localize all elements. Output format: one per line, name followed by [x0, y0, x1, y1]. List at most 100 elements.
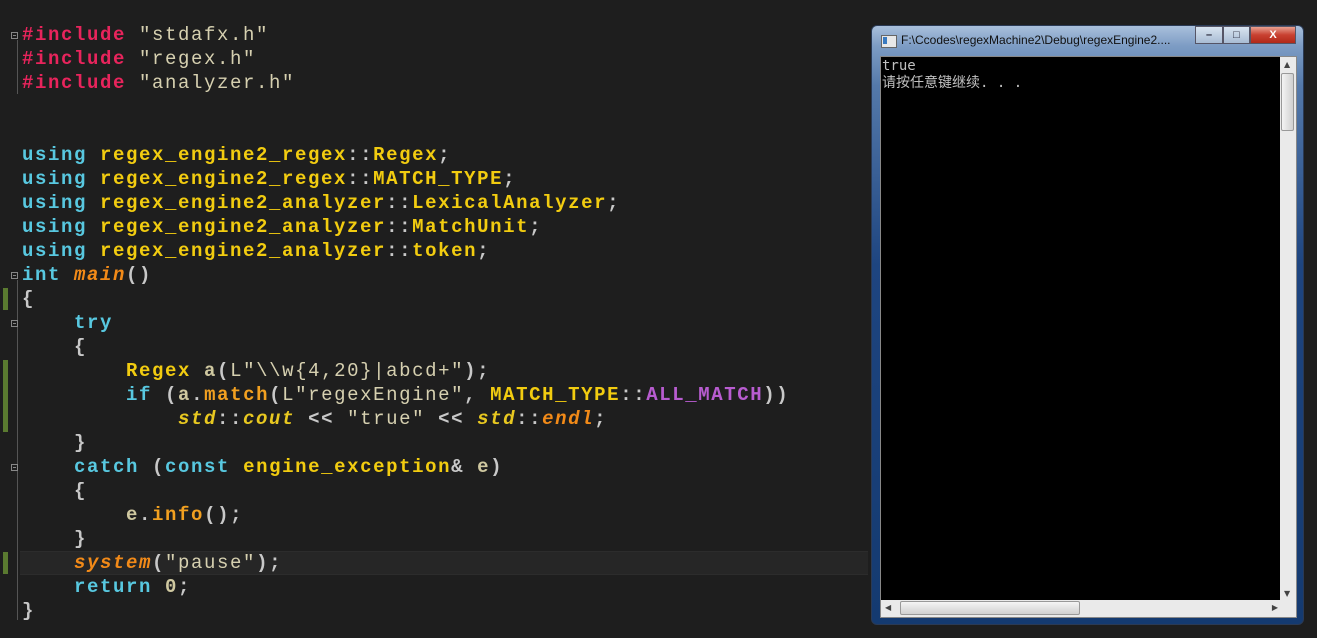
- code-token: ::: [347, 144, 374, 166]
- scroll-down-icon[interactable]: ▼: [1284, 589, 1290, 598]
- code-line[interactable]: #include "analyzer.h": [22, 71, 295, 95]
- code-token: #include: [22, 72, 127, 94]
- code-token: std: [22, 408, 218, 430]
- change-marker: [3, 360, 8, 432]
- code-token: L"\\w{4,20}|abcd+": [230, 360, 465, 382]
- code-line[interactable]: std::cout << "true" << std::endl;: [22, 407, 607, 431]
- code-line[interactable]: {: [22, 335, 87, 359]
- code-token: main: [74, 264, 127, 286]
- fold-toggle-main[interactable]: [11, 272, 18, 279]
- code-line[interactable]: #include "stdafx.h": [22, 23, 269, 47]
- code-token: token: [412, 240, 478, 262]
- scroll-up-icon[interactable]: ▲: [1284, 60, 1290, 69]
- horizontal-scrollbar[interactable]: ◀ ▶: [881, 600, 1282, 617]
- output-line: true: [882, 58, 916, 74]
- code-token: ::: [386, 216, 413, 238]
- code-token: ;: [477, 240, 491, 262]
- fold-toggle-catch[interactable]: [11, 464, 18, 471]
- close-button[interactable]: X: [1250, 26, 1296, 44]
- code-token: );: [464, 360, 491, 382]
- code-token: ::: [386, 192, 413, 214]
- fold-toggle-includes[interactable]: [11, 32, 18, 39]
- code-token: Regex: [22, 360, 205, 382]
- minimize-button[interactable]: –: [1195, 26, 1223, 44]
- vertical-scrollbar[interactable]: ▲ ▼: [1280, 57, 1296, 601]
- code-token: ::: [620, 384, 647, 406]
- code-token: )): [763, 384, 790, 406]
- code-token: 0: [165, 576, 179, 598]
- console-window[interactable]: F:\Ccodes\regexMachine2\Debug\regexEngin…: [871, 25, 1304, 625]
- output-line: 请按任意键继续. . .: [882, 75, 1023, 91]
- resize-grip[interactable]: [1280, 600, 1296, 617]
- vertical-scroll-thumb[interactable]: [1281, 73, 1294, 131]
- code-token: }: [22, 600, 36, 622]
- code-token: LexicalAnalyzer: [412, 192, 608, 214]
- code-line[interactable]: }: [22, 431, 87, 455]
- code-token: e: [477, 456, 491, 478]
- code-line[interactable]: using regex_engine2_regex::MATCH_TYPE;: [22, 167, 516, 191]
- scroll-left-icon[interactable]: ◀: [885, 603, 891, 612]
- code-token: {: [22, 480, 88, 502]
- code-token: regex_engine2_analyzer: [100, 240, 387, 262]
- code-token: <<: [425, 408, 478, 430]
- code-token: (: [165, 384, 179, 406]
- code-token: ;: [594, 408, 608, 430]
- code-line[interactable]: #include "regex.h": [22, 47, 256, 71]
- code-token: a: [178, 384, 192, 406]
- code-token: #include: [22, 24, 127, 46]
- code-token: ;: [178, 576, 192, 598]
- code-token: MatchUnit: [412, 216, 530, 238]
- code-token: ();: [204, 504, 244, 526]
- code-line[interactable]: catch (const engine_exception& e): [22, 455, 503, 479]
- code-line[interactable]: system("pause");: [22, 551, 282, 575]
- code-token: {: [22, 336, 88, 358]
- code-token: regex_engine2_analyzer: [100, 216, 387, 238]
- code-token: (: [269, 384, 283, 406]
- code-line[interactable]: }: [22, 599, 35, 623]
- code-line[interactable]: Regex a(L"\\w{4,20}|abcd+");: [22, 359, 490, 383]
- code-token: {: [22, 288, 36, 310]
- code-line[interactable]: using regex_engine2_analyzer::LexicalAna…: [22, 191, 620, 215]
- console-output-area[interactable]: true 请按任意键继续. . . ▲ ▼ ◀ ▶: [880, 56, 1297, 618]
- code-line[interactable]: return 0;: [22, 575, 191, 599]
- code-token: std: [477, 408, 517, 430]
- code-line[interactable]: int main(): [22, 263, 152, 287]
- code-token: ,: [464, 384, 491, 406]
- code-token: ;: [503, 168, 517, 190]
- code-token: ;: [529, 216, 543, 238]
- code-editor[interactable]: #include "stdafx.h" #include "regex.h" #in…: [0, 0, 868, 638]
- code-line[interactable]: e.info();: [22, 503, 243, 527]
- code-token: using: [22, 168, 101, 190]
- code-token: a: [204, 360, 218, 382]
- maximize-button[interactable]: □: [1223, 26, 1250, 44]
- code-token: endl: [542, 408, 595, 430]
- console-output: true 请按任意键继续. . .: [882, 58, 1022, 92]
- code-token: using: [22, 240, 101, 262]
- code-line[interactable]: using regex_engine2_analyzer::token;: [22, 239, 490, 263]
- code-line[interactable]: using regex_engine2_regex::Regex;: [22, 143, 451, 167]
- code-line[interactable]: using regex_engine2_analyzer::MatchUnit;: [22, 215, 542, 239]
- fold-toggle-try[interactable]: [11, 320, 18, 327]
- code-token: (: [152, 456, 166, 478]
- scroll-right-icon[interactable]: ▶: [1272, 603, 1278, 612]
- horizontal-scroll-thumb[interactable]: [900, 601, 1080, 615]
- code-token: Regex: [373, 144, 439, 166]
- code-line[interactable]: {: [22, 287, 35, 311]
- code-token: .: [139, 504, 153, 526]
- code-token: (: [217, 360, 231, 382]
- window-title: F:\Ccodes\regexMachine2\Debug\regexEngin…: [901, 33, 1171, 47]
- code-token: "analyzer.h": [126, 72, 296, 94]
- code-token: );: [256, 552, 283, 574]
- code-token: system: [22, 552, 153, 574]
- code-line[interactable]: if (a.match(L"regexEngine", MATCH_TYPE::…: [22, 383, 789, 407]
- code-line[interactable]: {: [22, 479, 87, 503]
- code-token: .: [191, 384, 205, 406]
- code-token: e: [22, 504, 140, 526]
- console-app-icon[interactable]: [881, 35, 897, 48]
- change-marker: [3, 552, 8, 574]
- code-line[interactable]: }: [22, 527, 87, 551]
- code-line[interactable]: try: [22, 311, 113, 335]
- code-token: regex_engine2_regex: [100, 168, 348, 190]
- code-token: using: [22, 216, 101, 238]
- code-token: }: [22, 432, 88, 454]
